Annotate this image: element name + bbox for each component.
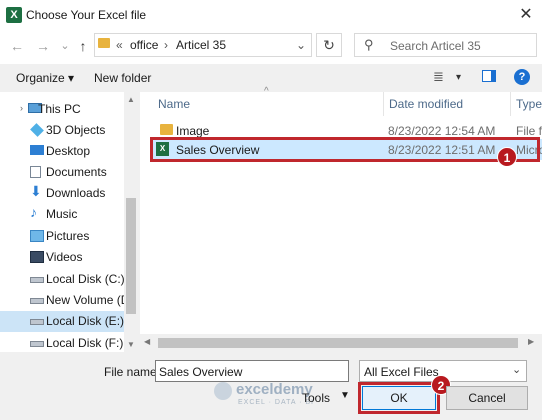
file-name-label: File name: [104, 365, 161, 379]
sidebar-item-desktop[interactable]: Desktop [0, 141, 124, 162]
downloads-icon: ⬇ [30, 183, 42, 199]
documents-icon [30, 166, 41, 178]
window-title: Choose Your Excel file [26, 8, 147, 22]
scroll-down-icon[interactable]: ▼ [127, 340, 135, 349]
sidebar-item-downloads[interactable]: ⬇ Downloads [0, 183, 124, 204]
expand-chevron-icon[interactable]: › [20, 103, 23, 113]
sidebar-item-videos[interactable]: Videos [0, 247, 124, 268]
sidebar-scroll-thumb[interactable] [126, 198, 136, 314]
folder-icon [98, 38, 110, 48]
sidebar-item-local-disk-c[interactable]: Local Disk (C:) [0, 269, 125, 290]
sidebar-item-label: Documents [46, 165, 107, 179]
step-marker-1: 1 [497, 147, 517, 167]
sidebar-item-label: Pictures [46, 229, 90, 243]
tools-dropdown-icon[interactable]: ▼ [340, 390, 350, 401]
column-divider [510, 92, 511, 116]
new-folder-button[interactable]: New folder [94, 71, 151, 85]
disk-icon [30, 319, 44, 325]
music-icon: ♪ [30, 204, 37, 220]
file-date: 8/23/2022 12:54 AM [388, 124, 496, 138]
sidebar-item-pictures[interactable]: Pictures [0, 226, 124, 247]
column-header-name[interactable]: Name [158, 97, 190, 111]
column-header-type[interactable]: Type [516, 97, 542, 111]
sidebar-item-label: Desktop [46, 144, 91, 158]
file-name-value: Sales Overview [159, 365, 243, 379]
sidebar-item-music[interactable]: ♪ Music [0, 204, 124, 225]
file-name-field[interactable]: Sales Overview [155, 360, 349, 382]
highlight-box [358, 382, 440, 414]
column-divider [383, 92, 384, 116]
highlight-box [150, 137, 540, 162]
sidebar-item-label: Videos [46, 250, 83, 264]
disk-icon [30, 277, 44, 283]
sidebar-item-label: 3D Objects [46, 123, 106, 137]
sidebar-item-3d-objects[interactable]: 3D Objects [0, 120, 124, 141]
recent-locations-chevron-icon[interactable]: ⌄ [56, 37, 74, 55]
help-icon[interactable]: ? [514, 69, 530, 85]
chevron-down-icon: ⌄ [512, 364, 522, 376]
sidebar-item-label: This PC [38, 102, 81, 116]
disk-icon [30, 298, 44, 304]
sidebar-item-label: Music [46, 207, 78, 221]
tools-button[interactable]: Tools [302, 391, 330, 405]
cancel-button[interactable]: Cancel [446, 386, 528, 410]
disk-icon [30, 341, 44, 347]
breadcrumb-separator: › [164, 38, 168, 52]
up-arrow-icon[interactable]: ↑ [74, 37, 92, 55]
preview-pane-icon[interactable] [482, 70, 496, 82]
sidebar-item-new-volume-d[interactable]: New Volume (D: [0, 290, 133, 311]
sidebar-item-this-pc[interactable]: This PC [0, 99, 124, 120]
back-arrow-icon[interactable]: ← [8, 37, 26, 55]
sidebar-item-documents[interactable]: Documents [0, 162, 124, 183]
breadcrumb-articel-35[interactable]: Articel 35 [176, 38, 226, 52]
address-dropdown-icon[interactable]: ⌄ [296, 38, 306, 52]
videos-icon [30, 251, 44, 263]
file-name: Image [176, 124, 210, 138]
scroll-left-icon[interactable]: ◀ [144, 337, 150, 346]
view-options-icon[interactable]: ≣ [433, 69, 444, 85]
close-icon[interactable]: ✕ [515, 4, 537, 26]
cube-icon [30, 123, 44, 137]
sidebar-item-local-disk-e[interactable]: Local Disk (E:) [0, 311, 124, 332]
forward-arrow-icon[interactable]: → [34, 37, 52, 55]
sidebar-item-label: New Volume (D: [46, 293, 133, 307]
search-icon: ⚲ [364, 37, 374, 52]
folder-icon [160, 124, 173, 135]
sidebar-item-label: Downloads [46, 186, 106, 200]
organize-button[interactable]: Organize ▾ [16, 71, 74, 85]
sidebar-item-local-disk-f[interactable]: Local Disk (F:) [0, 333, 124, 352]
view-dropdown-icon[interactable]: ▾ [456, 72, 461, 83]
pictures-icon [30, 230, 44, 242]
breadcrumb-office[interactable]: office [130, 38, 158, 52]
scroll-up-icon[interactable]: ▲ [127, 95, 135, 104]
breadcrumb-overflow[interactable]: « [116, 38, 123, 52]
column-header-date[interactable]: Date modified [389, 97, 463, 111]
file-type: File fo [516, 124, 542, 138]
refresh-icon[interactable]: ↻ [316, 33, 342, 57]
sort-indicator-icon: ^ [264, 86, 269, 97]
file-list-scroll-thumb[interactable] [158, 338, 518, 348]
excel-app-icon: X [6, 7, 22, 23]
watermark-logo-icon [214, 382, 232, 400]
search-placeholder: Search Articel 35 [390, 39, 481, 53]
sidebar-item-label: Local Disk (E:) [46, 314, 125, 328]
scroll-right-icon[interactable]: ▶ [528, 337, 534, 346]
desktop-icon [30, 145, 44, 155]
file-type-value: All Excel Files [364, 365, 439, 379]
sidebar-item-label: Local Disk (F:) [46, 336, 124, 350]
sidebar-item-label: Local Disk (C:) [46, 272, 125, 286]
